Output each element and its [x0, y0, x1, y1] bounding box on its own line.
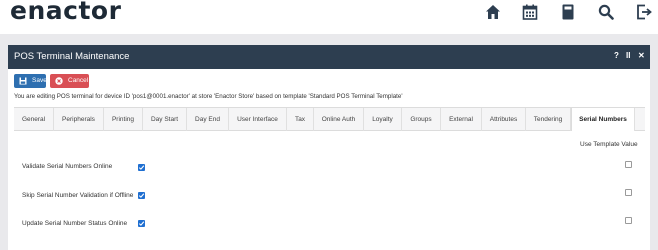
- update-serial-number-status-template-checkbox[interactable]: [625, 217, 632, 224]
- editing-info-text: You are editing POS terminal for device …: [14, 93, 403, 100]
- skip-serial-number-validation-template-checkbox[interactable]: [625, 189, 632, 196]
- tab-tax[interactable]: Tax: [287, 108, 314, 131]
- pos-terminal-panel: POS Terminal Maintenance ? II ✕ Save Can…: [8, 45, 650, 250]
- pause-button[interactable]: II: [626, 51, 630, 60]
- update-serial-number-status-label: Update Serial Number Status Online: [22, 220, 128, 227]
- tab-loyalty[interactable]: Loyalty: [364, 108, 402, 131]
- tab-attributes[interactable]: Attributes: [482, 108, 526, 131]
- logout-icon[interactable]: [636, 4, 652, 22]
- calendar-icon[interactable]: [522, 4, 538, 22]
- save-icon: [19, 77, 27, 85]
- panel-title: POS Terminal Maintenance: [14, 51, 130, 62]
- tab-day-end[interactable]: Day End: [187, 108, 229, 131]
- save-label: Save: [32, 77, 47, 84]
- help-button[interactable]: ?: [614, 51, 619, 60]
- tab-groups[interactable]: Groups: [402, 108, 441, 131]
- validate-serial-numbers-online-label: Validate Serial Numbers Online: [22, 163, 113, 170]
- save-button[interactable]: Save: [14, 74, 47, 88]
- tab-day-start[interactable]: Day Start: [143, 108, 187, 131]
- tab-online-auth[interactable]: Online Auth: [314, 108, 364, 131]
- tab-tendering[interactable]: Tendering: [526, 108, 571, 131]
- panel-header: POS Terminal Maintenance ? II ✕: [8, 45, 650, 69]
- enactor-logo[interactable]: enactor: [10, 0, 121, 25]
- home-icon[interactable]: [485, 4, 501, 22]
- tab-general[interactable]: General: [14, 108, 54, 131]
- tab-serial-numbers[interactable]: Serial Numbers: [571, 108, 635, 131]
- tab-external[interactable]: External: [441, 108, 482, 131]
- cancel-label: Cancel: [68, 77, 89, 84]
- validate-serial-numbers-online-template-checkbox[interactable]: [625, 161, 632, 168]
- skip-serial-number-validation-checkbox[interactable]: [138, 192, 145, 199]
- search-icon[interactable]: [598, 4, 614, 22]
- tab-peripherals[interactable]: Peripherals: [54, 108, 104, 131]
- tab-printing[interactable]: Printing: [104, 108, 143, 131]
- cancel-icon: [55, 77, 63, 85]
- close-button[interactable]: ✕: [638, 51, 645, 60]
- use-template-value-header: Use Template Value: [580, 141, 638, 148]
- update-serial-number-status-checkbox[interactable]: [138, 220, 145, 227]
- validate-serial-numbers-online-checkbox[interactable]: [138, 164, 145, 171]
- tab-user-interface[interactable]: User Interface: [229, 108, 287, 131]
- skip-serial-number-validation-label: Skip Serial Number Validation if Offline: [22, 192, 134, 199]
- tab-bar: General Peripherals Printing Day Start D…: [14, 107, 645, 131]
- cancel-button[interactable]: Cancel: [50, 74, 89, 88]
- calculator-icon[interactable]: [562, 4, 574, 22]
- app-header: enactor: [0, 0, 658, 34]
